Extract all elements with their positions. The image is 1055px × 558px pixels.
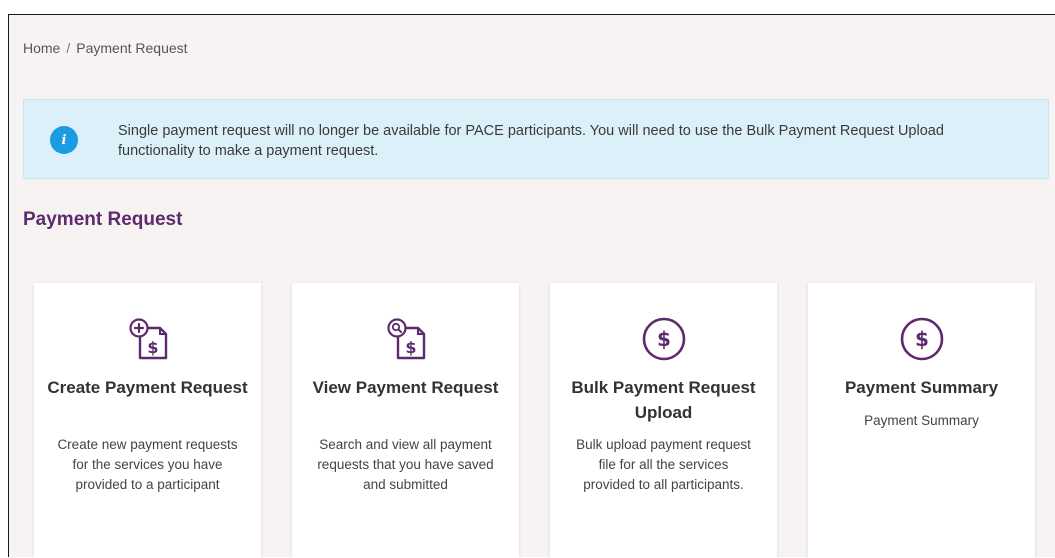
dollar-circle-icon: $ bbox=[550, 311, 777, 367]
info-icon: i bbox=[50, 126, 78, 154]
card-description: Search and view all payment requests tha… bbox=[317, 437, 494, 492]
info-alert: i Single payment request will no longer … bbox=[23, 99, 1049, 179]
svg-text:$: $ bbox=[147, 338, 158, 357]
card-title: Bulk Payment Request Upload bbox=[571, 378, 756, 422]
breadcrumb-current: Payment Request bbox=[76, 40, 188, 56]
svg-text:$: $ bbox=[657, 327, 671, 351]
alert-message: Single payment request will no longer be… bbox=[118, 123, 944, 159]
view-payment-request-card[interactable]: $ View Payment Request Search and view a… bbox=[292, 283, 519, 558]
bulk-payment-request-upload-card[interactable]: $ Bulk Payment Request Upload Bulk uploa… bbox=[550, 283, 777, 558]
page-content: Home / Payment Request i Single payment … bbox=[8, 14, 1055, 558]
card-description: Bulk upload payment request file for all… bbox=[576, 437, 751, 492]
payment-summary-card[interactable]: $ Payment Summary Payment Summary bbox=[808, 283, 1035, 558]
breadcrumb: Home / Payment Request bbox=[23, 40, 188, 56]
breadcrumb-separator: / bbox=[66, 40, 71, 56]
dollar-circle-icon: $ bbox=[808, 311, 1035, 367]
card-description: Payment Summary bbox=[864, 413, 979, 428]
card-title: Payment Summary bbox=[844, 378, 999, 397]
document-search-dollar-icon: $ bbox=[292, 311, 519, 367]
svg-text:$: $ bbox=[405, 338, 416, 357]
card-title: View Payment Request bbox=[312, 378, 499, 397]
svg-text:$: $ bbox=[915, 327, 929, 351]
card-description: Create new payment requests for the serv… bbox=[57, 437, 238, 492]
create-payment-request-card[interactable]: $ Create Payment Request Create new paym… bbox=[34, 283, 261, 558]
page-title: Payment Request bbox=[23, 209, 183, 230]
breadcrumb-home-link[interactable]: Home bbox=[23, 40, 60, 56]
document-add-dollar-icon: $ bbox=[34, 311, 261, 367]
card-title: Create Payment Request bbox=[47, 378, 248, 397]
